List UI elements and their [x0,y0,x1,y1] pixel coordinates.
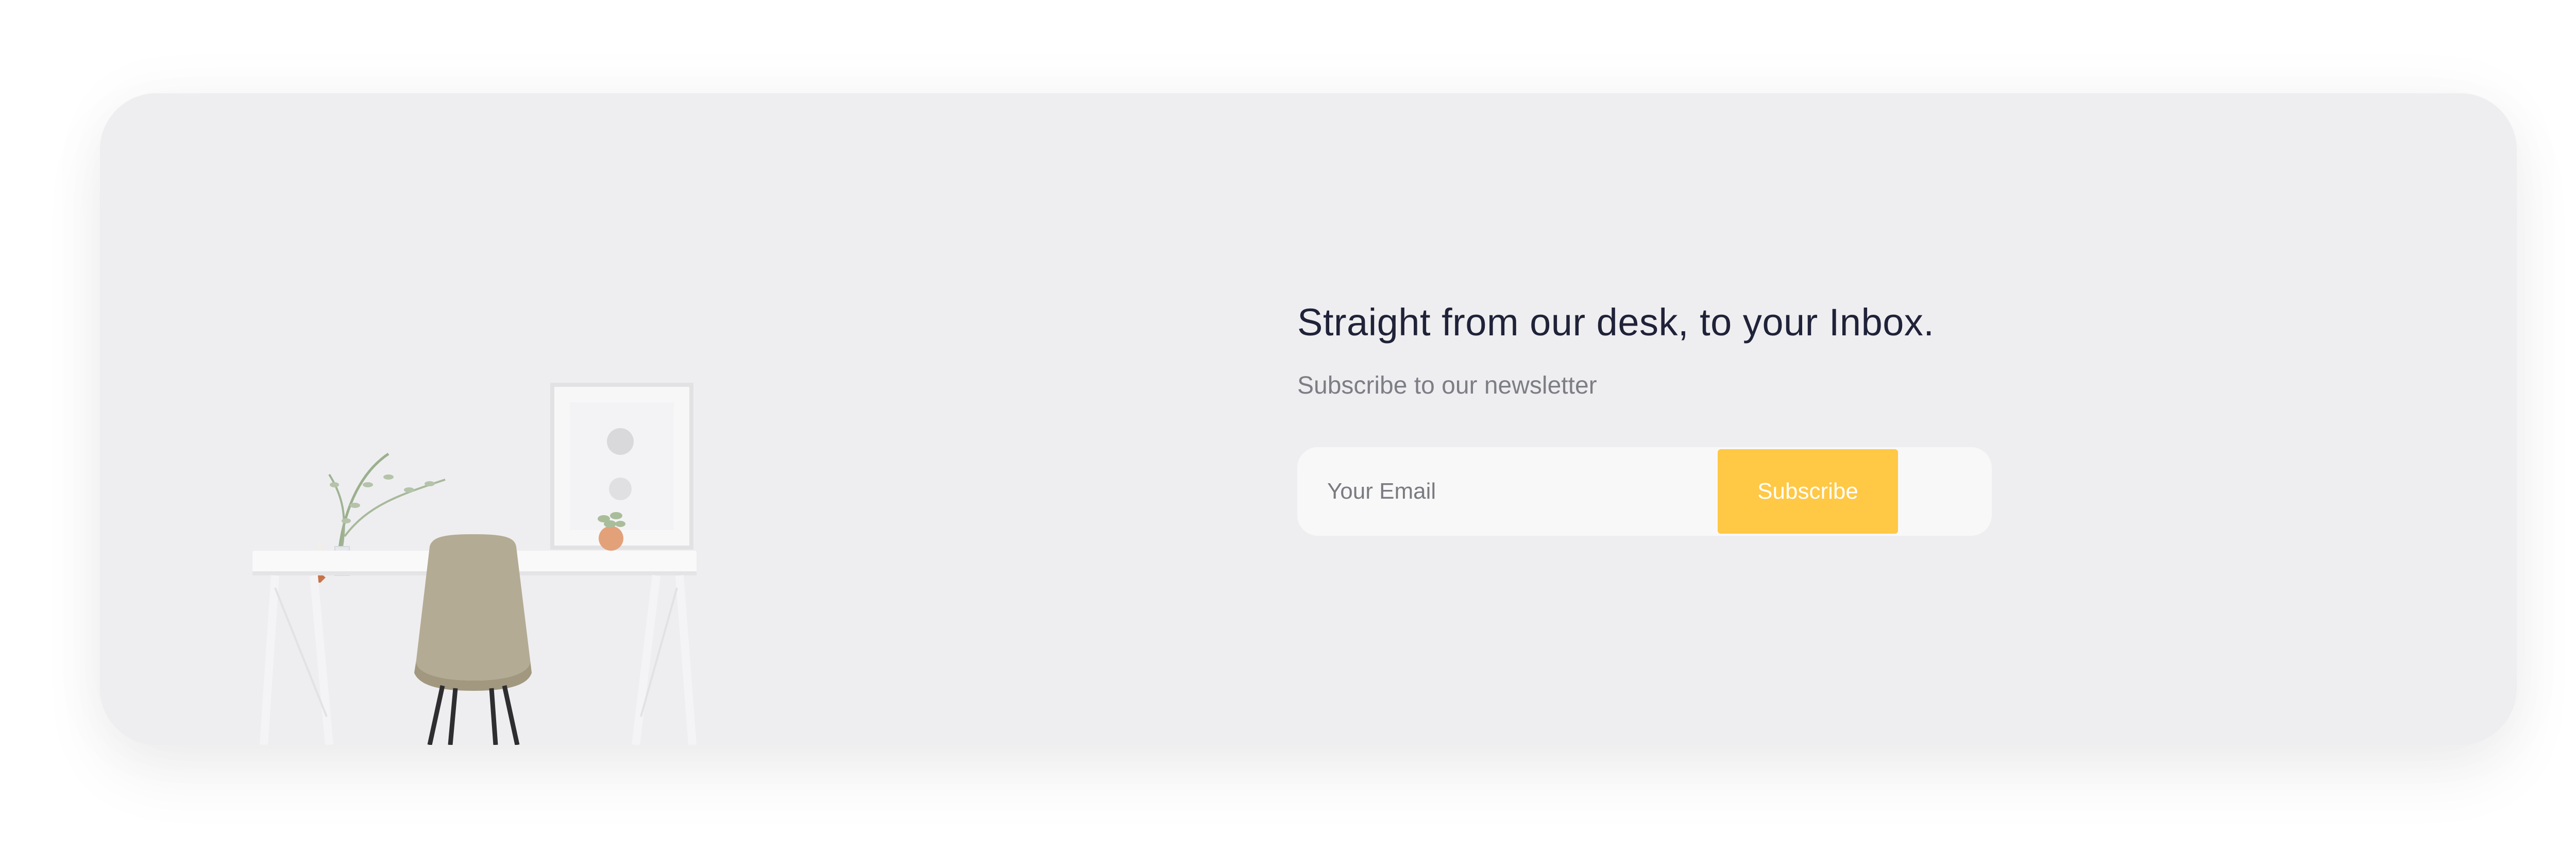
newsletter-headline: Straight from our desk, to your Inbox. [1297,301,1935,344]
newsletter-subline: Subscribe to our newsletter [1297,372,1597,399]
subscribe-form: Subscribe [1297,447,1992,536]
desk-photo [100,93,863,745]
desk-photo-illustration [100,93,863,745]
email-input[interactable] [1297,447,1718,536]
subscribe-button[interactable]: Subscribe [1718,449,1898,534]
newsletter-content: Straight from our desk, to your Inbox. S… [1297,299,2225,536]
newsletter-card: Straight from our desk, to your Inbox. S… [100,93,2517,745]
